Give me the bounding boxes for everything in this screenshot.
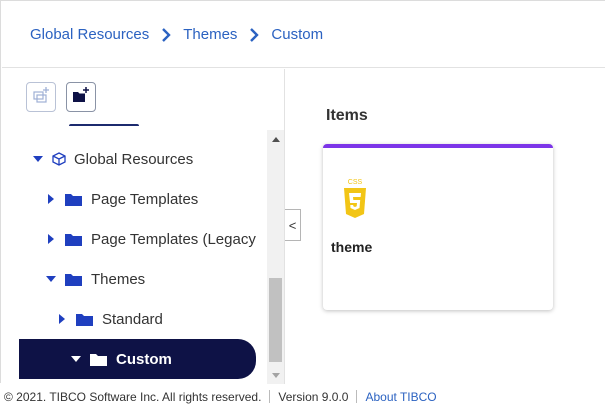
tree-item-label: Page Templates [91, 190, 199, 208]
breadcrumb-global-resources[interactable]: Global Resources [30, 26, 149, 43]
tree-item-page-templates[interactable]: Page Templates [2, 179, 264, 219]
version-text: Version 9.0.0 [278, 389, 349, 404]
footer-divider [356, 390, 358, 403]
app-frame: Global Resources Themes Custom Global Re… [0, 0, 605, 384]
items-section-title: Items [326, 107, 368, 124]
tree-toolbar [26, 82, 96, 112]
caret-down-icon[interactable] [45, 273, 57, 285]
scrolled-tree-item-edge [69, 124, 139, 128]
folder-icon [65, 273, 82, 286]
add-folder-icon [72, 86, 90, 109]
tree-item-custom[interactable]: Custom [19, 339, 256, 379]
folder-icon [76, 313, 93, 326]
item-card-label: theme [331, 239, 373, 255]
breadcrumb: Global Resources Themes Custom [2, 2, 605, 68]
tree-item-label: Custom [116, 350, 172, 368]
add-item-icon [32, 86, 50, 109]
chevron-right-icon [249, 27, 260, 42]
folder-icon [65, 193, 82, 206]
tree-item-standard[interactable]: Standard [2, 299, 264, 339]
chevron-right-icon [161, 27, 171, 42]
tree-scrollbar[interactable] [267, 130, 284, 384]
copyright-text: © 2021. TIBCO Software Inc. All rights r… [4, 389, 262, 404]
footer-divider [269, 390, 271, 403]
caret-right-icon[interactable] [45, 193, 57, 205]
scroll-down-arrow-icon[interactable] [267, 367, 284, 384]
collapse-panel-button[interactable]: < [285, 209, 301, 241]
cube-icon [52, 152, 66, 166]
breadcrumb-themes[interactable]: Themes [183, 26, 237, 43]
folder-icon [65, 233, 82, 246]
folder-icon [90, 353, 107, 366]
css-icon-text: CSS [348, 179, 363, 186]
tree-item-label: Standard [102, 310, 163, 328]
tree-item-label: Page Templates (Legacy [91, 230, 256, 248]
tree-item-global-resources[interactable]: Global Resources [2, 139, 264, 179]
folder-tree: Global Resources Page Templates Page Tem… [2, 139, 264, 379]
caret-down-icon[interactable] [32, 153, 44, 165]
breadcrumb-custom[interactable]: Custom [271, 26, 323, 43]
add-item-button[interactable] [26, 82, 56, 112]
tree-item-themes[interactable]: Themes [2, 259, 264, 299]
footer: © 2021. TIBCO Software Inc. All rights r… [0, 383, 605, 410]
folder-tree-panel: Global Resources Page Templates Page Tem… [2, 69, 285, 384]
caret-down-icon[interactable] [70, 353, 82, 365]
tree-item-page-templates-legacy[interactable]: Page Templates (Legacy [2, 219, 264, 259]
about-tibco-link[interactable]: About TIBCO [365, 390, 436, 404]
scrollbar-thumb[interactable] [269, 278, 282, 362]
scroll-up-arrow-icon[interactable] [267, 130, 284, 147]
tree-item-label: Themes [91, 270, 146, 288]
caret-right-icon[interactable] [56, 313, 68, 325]
item-card-theme[interactable]: CSS theme [323, 144, 553, 310]
add-folder-button[interactable] [66, 82, 96, 112]
chevron-left-icon: < [288, 217, 297, 233]
caret-right-icon[interactable] [45, 233, 57, 245]
tree-item-label: Global Resources [74, 150, 194, 168]
css3-icon: CSS [343, 176, 367, 220]
